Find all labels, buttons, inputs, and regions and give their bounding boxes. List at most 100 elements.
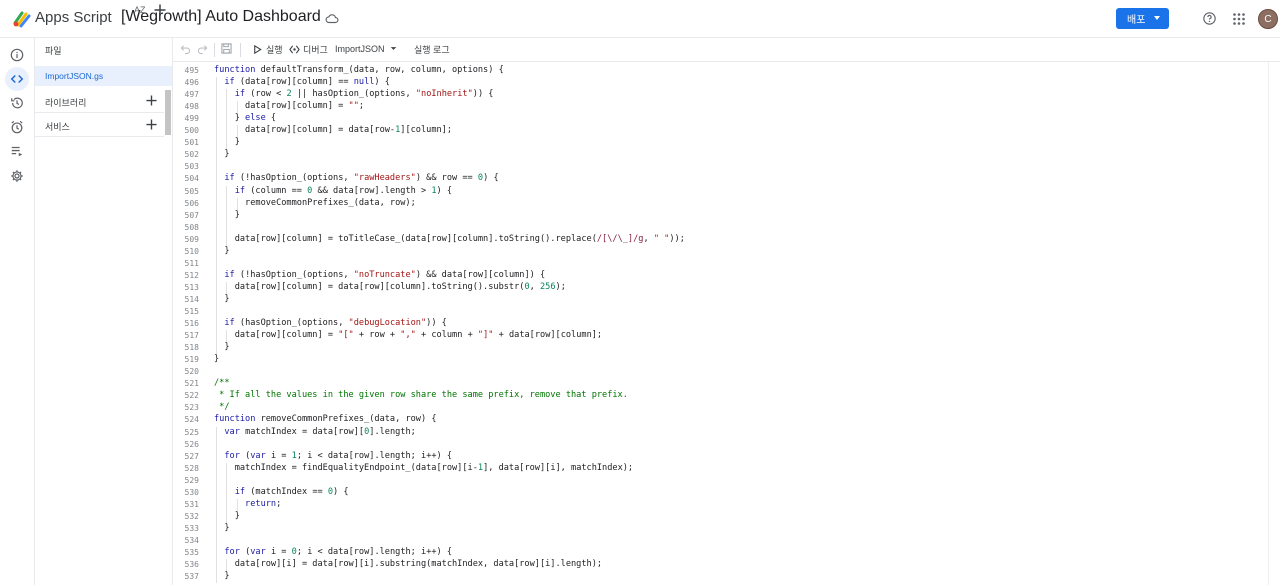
code-line[interactable]: 504 if (!hasOption_(options, "rawHeaders… <box>173 173 1273 185</box>
indent-guide <box>216 77 217 355</box>
services-section[interactable]: 서비스 <box>35 113 164 137</box>
code-line[interactable]: 501 } <box>173 137 1273 149</box>
code-line[interactable]: 510 } <box>173 246 1273 258</box>
line-number: 537 <box>184 572 199 582</box>
code-line[interactable]: 507 } <box>173 210 1273 222</box>
line-number: 514 <box>184 294 199 304</box>
overview-button[interactable] <box>5 43 29 67</box>
code-line[interactable]: 515 <box>173 306 1273 318</box>
line-number: 512 <box>184 270 199 280</box>
code-line[interactable]: 520 <box>173 366 1273 378</box>
code-line[interactable]: 536 data[row][i] = data[row][i].substrin… <box>173 559 1273 571</box>
code-line[interactable]: 498 data[row][column] = ""; <box>173 101 1273 113</box>
code-line[interactable]: 508 <box>173 222 1273 234</box>
code-line[interactable]: 500 data[row][column] = data[row-1][colu… <box>173 125 1273 137</box>
function-select[interactable]: ImportJSON <box>335 43 399 54</box>
panel-scrollbar[interactable] <box>165 90 171 135</box>
toolbar-divider <box>240 43 241 57</box>
code-editor[interactable]: 495 function defaultTransform_(data, row,… <box>173 62 1280 585</box>
code-line[interactable]: 519} <box>173 354 1273 366</box>
line-number: 526 <box>184 439 199 449</box>
code-line[interactable]: 518 } <box>173 342 1273 354</box>
code-line[interactable]: 532 } <box>173 511 1273 523</box>
apps-script-logo-icon[interactable] <box>12 9 32 29</box>
code-line[interactable]: 517 data[row][column] = "[" + row + "," … <box>173 330 1273 342</box>
code-line[interactable]: 513 data[row][column] = data[row][column… <box>173 282 1273 294</box>
code-line[interactable]: 516 if (hasOption_(options, "debugLocati… <box>173 318 1273 330</box>
code-line[interactable]: 526 <box>173 439 1273 451</box>
indent-guide <box>226 185 228 246</box>
code-line[interactable]: 521 /** <box>173 378 1273 390</box>
executions-button[interactable] <box>5 139 29 163</box>
code-line[interactable]: 524 function removeCommonPrefixes_(data, … <box>173 414 1273 426</box>
history-icon <box>11 97 23 109</box>
undo-button[interactable] <box>180 43 191 54</box>
code-line[interactable]: 530 if (matchIndex == 0) { <box>173 487 1273 499</box>
line-number: 504 <box>184 174 199 184</box>
save-button[interactable] <box>221 43 232 54</box>
add-file-icon[interactable] <box>154 4 166 16</box>
triggers-button[interactable] <box>5 115 29 139</box>
line-number: 531 <box>184 499 199 509</box>
line-number: 507 <box>184 210 199 220</box>
left-rail <box>0 38 35 585</box>
code-line[interactable]: 503 <box>173 161 1273 173</box>
code-text: removeCommonPrefixes_(data, row); <box>214 197 416 208</box>
code-line[interactable]: 527 for (var i = 1; i < data[row].length… <box>173 451 1273 463</box>
redo-button[interactable] <box>197 43 208 54</box>
code-line[interactable]: 512 if (!hasOption_(options, "noTruncate… <box>173 270 1273 282</box>
google-apps-icon[interactable] <box>1233 13 1245 25</box>
code-text: */ <box>214 402 230 413</box>
code-line[interactable]: 506 removeCommonPrefixes_(data, row); <box>173 198 1273 210</box>
avatar[interactable]: C <box>1258 9 1278 29</box>
libraries-section[interactable]: 라이브러리 <box>35 89 164 113</box>
add-library-icon[interactable] <box>146 95 157 106</box>
line-number: 518 <box>184 343 199 353</box>
code-line[interactable]: 509 data[row][column] = toTitleCase_(dat… <box>173 234 1273 246</box>
code-text: data[row][column] = "[" + row + "," + co… <box>214 330 603 341</box>
code-line[interactable]: 529 <box>173 475 1273 487</box>
code-line[interactable]: 522 * If all the values in the given row… <box>173 390 1273 402</box>
project-title[interactable]: [Wegrowth] Auto Dashboard <box>121 8 321 26</box>
file-item-importjson[interactable]: ImportJSON.gs <box>35 66 172 86</box>
code-line[interactable]: 505 if (column == 0 && data[row].length … <box>173 186 1273 198</box>
code-line[interactable]: 523 */ <box>173 402 1273 414</box>
settings-button[interactable] <box>5 164 29 188</box>
run-button[interactable]: 실행 <box>252 43 283 56</box>
app-name[interactable]: Apps Script <box>35 9 112 26</box>
indent-guide <box>226 559 228 572</box>
code-line[interactable]: 528 matchIndex = findEqualityEndpoint_(d… <box>173 463 1273 475</box>
deploy-button[interactable]: 배포 <box>1116 8 1169 29</box>
line-number: 530 <box>184 487 199 497</box>
sort-az-icon[interactable]: AZ <box>134 5 146 15</box>
line-number: 510 <box>184 246 199 256</box>
code-line[interactable]: 531 return; <box>173 499 1273 511</box>
libraries-label: 라이브러리 <box>45 98 87 108</box>
code-line[interactable]: 534 <box>173 535 1273 547</box>
code-line[interactable]: 502 } <box>173 149 1273 161</box>
code-line[interactable]: 495 function defaultTransform_(data, row,… <box>173 65 1273 77</box>
editor-scrollbar[interactable] <box>1268 62 1280 585</box>
add-service-icon[interactable] <box>146 119 157 130</box>
execution-log-button[interactable]: 실행 로그 <box>414 43 450 56</box>
code-line[interactable]: 514 } <box>173 294 1273 306</box>
code-line[interactable]: 537 } <box>173 571 1273 583</box>
line-number: 523 <box>184 403 199 413</box>
code-line[interactable]: 496 if (data[row][column] == null) { <box>173 77 1273 89</box>
editor-button[interactable] <box>5 67 29 91</box>
toolbar-divider <box>214 43 215 57</box>
line-number: 527 <box>184 451 199 461</box>
line-number: 513 <box>184 282 199 292</box>
code-line[interactable]: 525 var matchIndex = data[row][0].length… <box>173 427 1273 439</box>
help-icon[interactable] <box>1203 12 1216 25</box>
chevron-down-icon <box>1154 16 1160 20</box>
code-line[interactable]: 497 if (row < 2 || hasOption_(options, "… <box>173 89 1273 101</box>
line-number: 534 <box>184 535 199 545</box>
debug-button[interactable]: 디버그 <box>289 43 328 56</box>
code-line[interactable]: 535 for (var i = 0; i < data[row].length… <box>173 547 1273 559</box>
code-line[interactable]: 533 } <box>173 523 1273 535</box>
code-text: if (matchIndex == 0) { <box>234 486 349 497</box>
code-line[interactable]: 499 } else { <box>173 113 1273 125</box>
code-line[interactable]: 511 <box>173 258 1273 270</box>
history-button[interactable] <box>5 91 29 115</box>
